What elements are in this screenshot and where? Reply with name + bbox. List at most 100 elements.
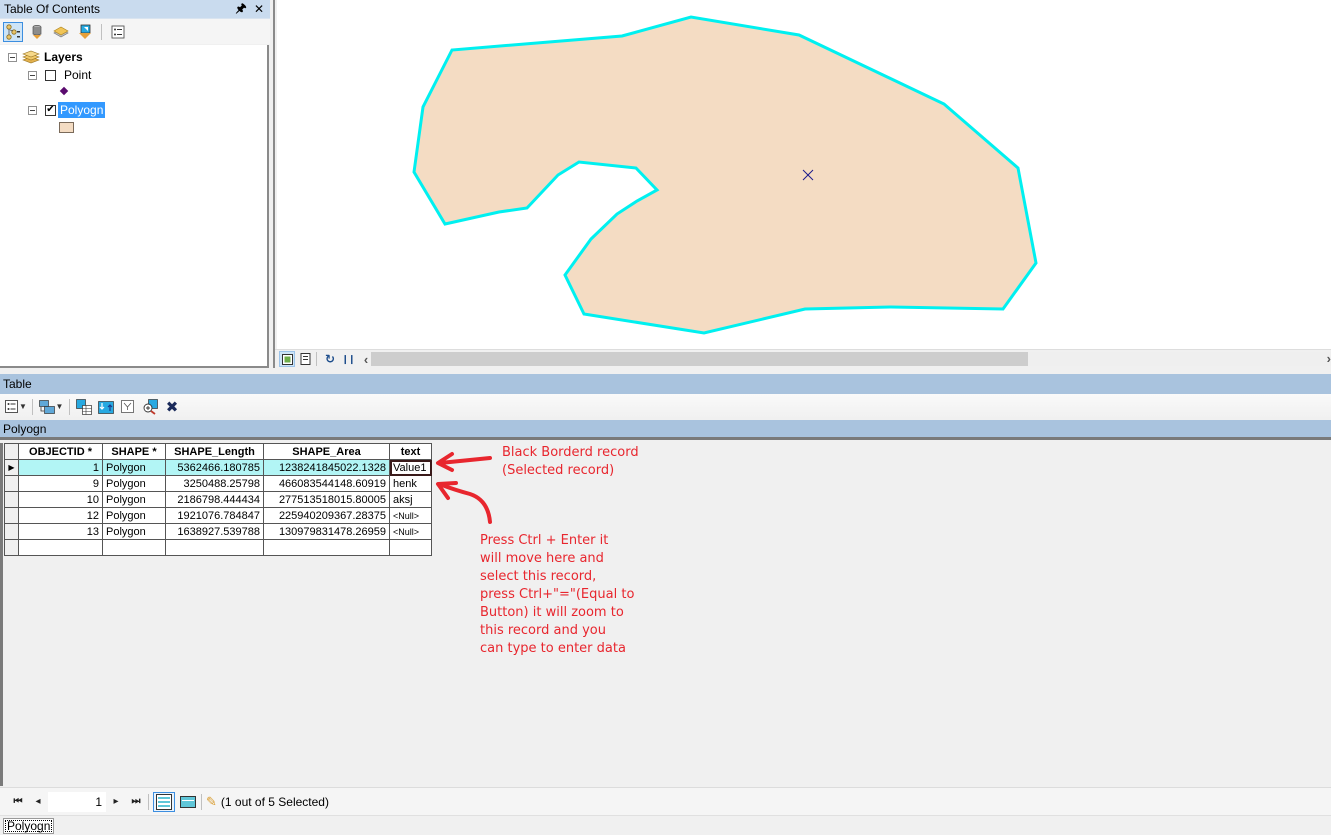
cell-text[interactable]: <Null> <box>389 523 432 540</box>
column-header-shape-area[interactable]: SHAPE_Area <box>263 443 390 460</box>
toc-title: Table Of Contents <box>4 2 101 16</box>
data-view-icon <box>281 353 293 365</box>
cell-shape-length[interactable]: 2186798.444434 <box>165 491 264 508</box>
tree-root-layers[interactable]: Layers <box>8 49 83 65</box>
column-header-text[interactable]: text <box>389 443 432 460</box>
toc-options-button[interactable] <box>108 22 128 42</box>
cell-shape-area[interactable]: 225940209367.28375 <box>263 507 390 524</box>
select-all-corner[interactable] <box>4 443 19 460</box>
cell-shape-area[interactable]: 130979831478.26959 <box>263 523 390 540</box>
cell-shape-area[interactable]: 1238241845022.1328 <box>263 459 390 476</box>
cell-objectid[interactable]: 12 <box>18 507 103 524</box>
chevron-right-icon[interactable]: › <box>1327 351 1331 366</box>
cell-shape-area[interactable]: 466083544148.60919 <box>263 475 390 492</box>
cell-shape[interactable]: Polygon <box>102 459 166 476</box>
cell-text[interactable]: henk <box>389 475 432 492</box>
row-selector[interactable] <box>4 523 19 540</box>
layout-view-button[interactable] <box>297 351 313 367</box>
show-selected-records-button[interactable] <box>177 792 199 812</box>
attribute-table: OBJECTID * SHAPE * SHAPE_Length SHAPE_Ar… <box>4 443 432 556</box>
row-selector[interactable]: ▶ <box>4 459 19 476</box>
row-selector[interactable] <box>4 475 19 492</box>
cell-text[interactable] <box>389 539 432 556</box>
row-selector[interactable] <box>4 539 19 556</box>
cell-shape-length[interactable]: 5362466.180785 <box>165 459 264 476</box>
select-by-attributes-button[interactable] <box>74 397 94 417</box>
cell-text[interactable]: <Null> <box>389 507 432 524</box>
delete-selected-button[interactable]: ✖ <box>162 397 182 417</box>
first-record-icon[interactable]: ⏮︎ <box>8 796 28 807</box>
cell-text[interactable]: aksj <box>389 491 432 508</box>
layer-tree: Layers Point ✔ Polyogn <box>0 45 269 368</box>
column-header-shape[interactable]: SHAPE * <box>102 443 166 460</box>
scrollbar-thumb[interactable] <box>371 352 1028 366</box>
cell-shape-length[interactable]: 1921076.784847 <box>165 507 264 524</box>
cell-objectid[interactable] <box>18 539 103 556</box>
layer-label[interactable]: Polyogn <box>58 102 106 118</box>
layers-visibility-icon <box>53 26 69 37</box>
list-by-visibility-button[interactable] <box>51 22 71 42</box>
cell-shape[interactable]: Polygon <box>102 523 166 540</box>
switch-selection-button[interactable] <box>96 397 116 417</box>
table-row[interactable]: 13 Polygon 1638927.539788 130979831478.2… <box>4 523 432 540</box>
cell-shape[interactable] <box>102 539 166 556</box>
show-all-records-button[interactable] <box>153 791 175 812</box>
cell-shape-length[interactable] <box>165 539 264 556</box>
layer-item-point[interactable]: Point <box>28 67 93 83</box>
table-row-new[interactable] <box>4 539 432 556</box>
polygon-symbol-icon <box>59 122 74 133</box>
cell-shape-area[interactable]: 277513518015.80005 <box>263 491 390 508</box>
cell-shape-length[interactable]: 3250488.25798 <box>165 475 264 492</box>
map-frame: ↻ ❙❙ ‹ › <box>273 0 1331 368</box>
cell-shape[interactable]: Polygon <box>102 491 166 508</box>
current-record-input[interactable] <box>48 791 106 812</box>
layer-label[interactable]: Point <box>62 67 93 83</box>
table-tab-polygon[interactable]: Polyogn <box>3 818 55 834</box>
row-selector[interactable] <box>4 491 19 508</box>
cell-shape[interactable]: Polygon <box>102 475 166 492</box>
clear-selection-button[interactable] <box>118 397 138 417</box>
collapse-icon[interactable] <box>8 52 17 62</box>
layer-visibility-checkbox[interactable] <box>45 69 56 81</box>
collapse-icon[interactable] <box>28 105 37 115</box>
table-row[interactable]: ▶ 1 Polygon 5362466.180785 1238241845022… <box>4 459 432 476</box>
cell-objectid[interactable]: 13 <box>18 523 103 540</box>
previous-record-icon[interactable]: ◂ <box>28 796 48 807</box>
cell-shape[interactable]: Polygon <box>102 507 166 524</box>
cell-objectid[interactable]: 9 <box>18 475 103 492</box>
cell-shape-area[interactable] <box>263 539 390 556</box>
pause-icon: ❙❙ <box>341 353 355 364</box>
layer-visibility-checkbox[interactable]: ✔ <box>45 104 56 116</box>
zoom-to-selected-button[interactable] <box>140 397 160 417</box>
cell-shape-length[interactable]: 1638927.539788 <box>165 523 264 540</box>
toolbar-separator <box>316 352 317 366</box>
table-options-button[interactable]: ▼ <box>4 397 28 417</box>
table-row[interactable]: 9 Polygon 3250488.25798 466083544148.609… <box>4 475 432 492</box>
cell-text[interactable]: Value1 <box>389 459 432 476</box>
horizontal-scrollbar[interactable]: › <box>371 351 1331 366</box>
column-header-objectid[interactable]: OBJECTID * <box>18 443 103 460</box>
pause-drawing-button[interactable]: ❙❙ <box>340 351 356 367</box>
table-row[interactable]: 10 Polygon 2186798.444434 277513518015.8… <box>4 491 432 508</box>
annotation-line: will move here and <box>480 551 604 566</box>
collapse-icon[interactable] <box>28 70 37 80</box>
table-row[interactable]: 12 Polygon 1921076.784847 225940209367.2… <box>4 507 432 524</box>
row-selector[interactable] <box>4 507 19 524</box>
layer-item-polygon[interactable]: ✔ Polyogn <box>28 102 106 118</box>
map-canvas[interactable] <box>277 0 1331 349</box>
related-tables-button[interactable]: ▼ <box>37 397 65 417</box>
chevron-left-icon: ‹ <box>363 351 369 367</box>
pin-icon[interactable]: 🖈︎ <box>234 0 248 20</box>
list-by-source-button[interactable] <box>27 22 47 42</box>
last-record-icon[interactable]: ⏭︎ <box>126 796 146 807</box>
close-icon[interactable]: ✕ <box>252 2 266 16</box>
cell-objectid[interactable]: 10 <box>18 491 103 508</box>
next-record-icon[interactable]: ▸ <box>106 796 126 807</box>
cell-objectid[interactable]: 1 <box>18 459 103 476</box>
column-header-shape-length[interactable]: SHAPE_Length <box>165 443 264 460</box>
polygon-feature[interactable] <box>412 15 1038 335</box>
refresh-button[interactable]: ↻ <box>322 351 338 367</box>
list-by-selection-button[interactable] <box>75 22 95 42</box>
list-by-drawing-order-button[interactable] <box>3 21 23 42</box>
data-view-button[interactable] <box>279 351 295 367</box>
